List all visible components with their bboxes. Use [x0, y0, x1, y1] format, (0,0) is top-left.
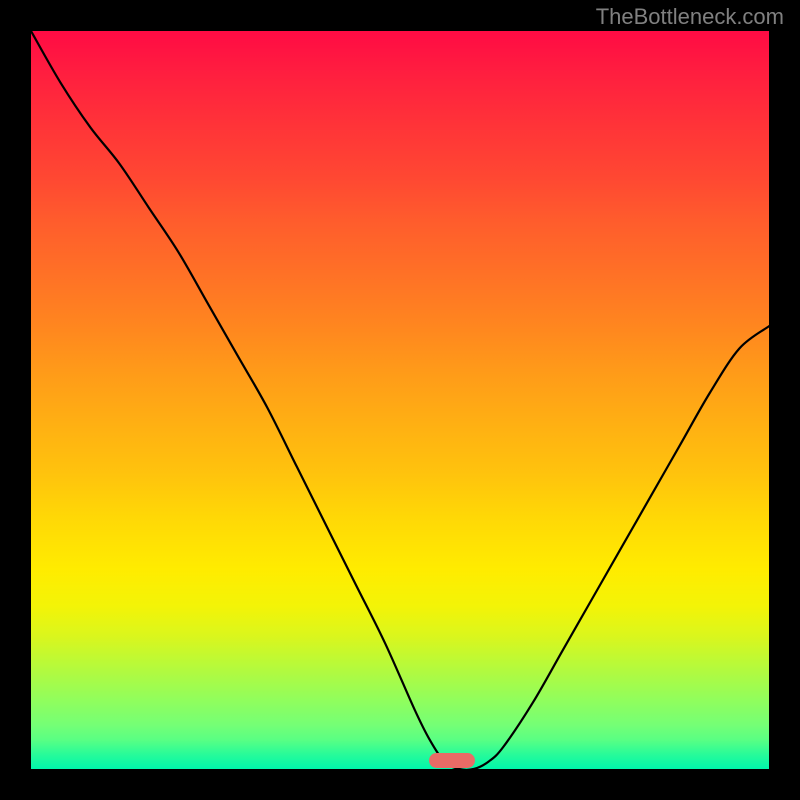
watermark-text: TheBottleneck.com: [596, 4, 784, 30]
plot-area: [31, 31, 769, 769]
bottleneck-curve: [31, 31, 769, 769]
optimum-marker: [429, 753, 475, 768]
chart-frame: TheBottleneck.com: [0, 0, 800, 800]
